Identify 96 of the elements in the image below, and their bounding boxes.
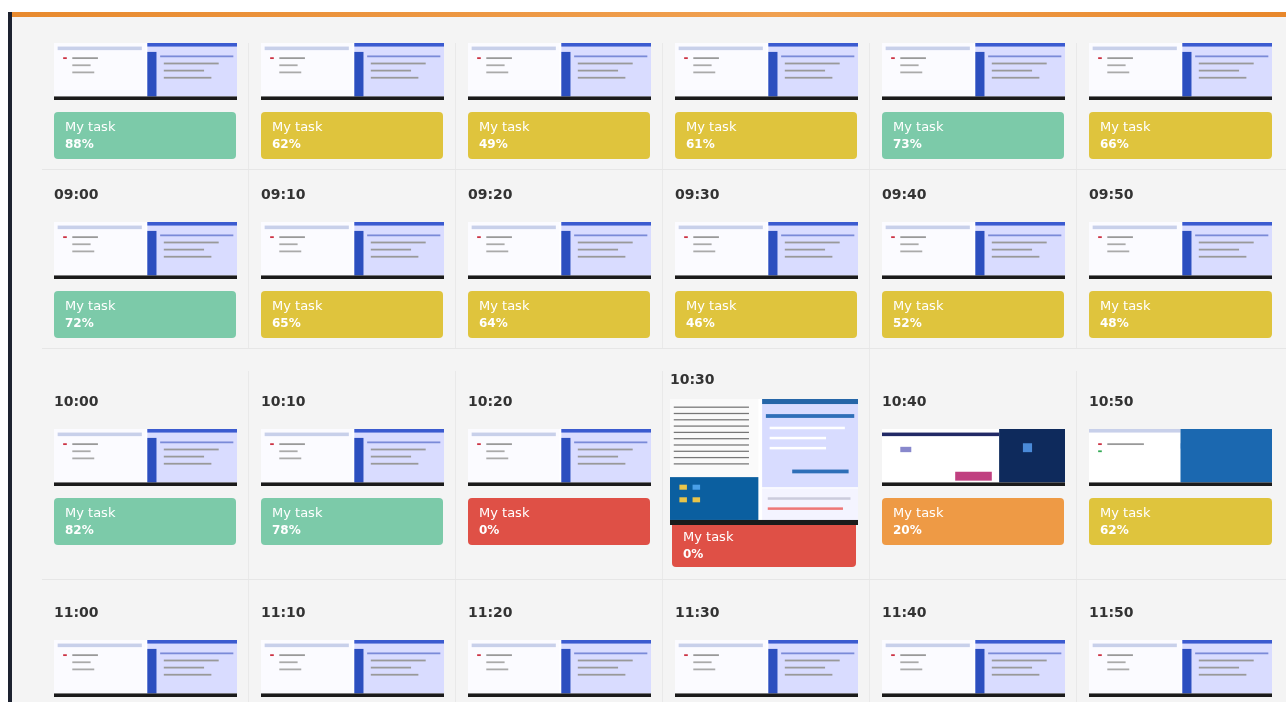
task-card[interactable]: My task 88% [54,112,236,159]
screenshot-thumbnail[interactable] [1089,43,1272,100]
task-card[interactable]: My task 46% [675,291,857,338]
screenshot-thumbnail[interactable] [261,43,444,100]
screenshot-thumbnail[interactable] [675,43,858,100]
screenshot-thumbnail[interactable] [54,429,237,486]
task-label: My task [65,297,117,315]
screenshot-thumbnail[interactable] [54,43,237,100]
task-label: My task [479,297,531,315]
task-card[interactable]: My task 0% [672,525,856,567]
task-label: My task [65,118,117,136]
screenshot-thumbnail[interactable] [1089,429,1272,486]
screenshot-thumbnail[interactable] [675,640,858,697]
task-label: My task [1100,297,1152,315]
task-card[interactable]: My task 62% [1089,498,1272,545]
task-card[interactable]: My task 48% [1089,291,1272,338]
screenshot-thumbnail[interactable] [54,222,237,279]
time-label: 10:50 [1089,392,1135,411]
task-card[interactable]: My task 82% [54,498,236,545]
time-label: 09:10 [261,185,307,204]
time-label: 09:50 [1089,185,1135,204]
task-card[interactable]: My task 78% [261,498,443,545]
task-card[interactable]: My task 0% [468,498,650,545]
task-label: My task [683,528,735,546]
task-card[interactable]: My task 64% [468,291,650,338]
task-card[interactable]: My task 72% [54,291,236,338]
task-percent: 64% [479,315,509,332]
time-label: 11:30 [675,603,721,622]
time-label: 11:40 [882,603,928,622]
screenshot-thumbnail[interactable] [1089,222,1272,279]
time-label: 09:30 [675,185,721,204]
task-percent: 73% [893,136,923,153]
task-label: My task [893,118,945,136]
screenshot-thumbnail[interactable] [1089,640,1272,697]
task-percent: 88% [65,136,95,153]
task-percent: 72% [65,315,95,332]
task-percent: 61% [686,136,716,153]
screenshot-thumbnail[interactable] [468,640,651,697]
screenshot-thumbnail[interactable] [261,640,444,697]
time-label: 10:10 [261,392,307,411]
time-label: 10:20 [468,392,514,411]
task-label: My task [479,118,531,136]
time-label: 10:30 [670,370,716,389]
task-label: My task [65,504,117,522]
time-label: 11:50 [1089,603,1135,622]
task-label: My task [272,118,324,136]
task-card[interactable]: My task 61% [675,112,857,159]
task-percent: 66% [1100,136,1130,153]
task-label: My task [1100,504,1152,522]
screenshot-thumbnail[interactable] [675,222,858,279]
task-label: My task [479,504,531,522]
screenshot-thumbnail[interactable] [468,43,651,100]
task-percent: 48% [1100,315,1130,332]
task-percent: 62% [1100,522,1130,539]
screenshot-thumbnail[interactable] [54,640,237,697]
task-label: My task [686,297,738,315]
task-card[interactable]: My task 52% [882,291,1064,338]
screenshot-thumbnail[interactable] [882,222,1065,279]
task-percent: 0% [683,546,705,563]
task-card[interactable]: My task 62% [261,112,443,159]
screenshot-thumbnail[interactable] [468,222,651,279]
time-label: 11:00 [54,603,100,622]
screenshot-thumbnail[interactable] [670,399,858,525]
screenshot-thumbnail[interactable] [882,43,1065,100]
task-card[interactable]: My task 49% [468,112,650,159]
task-percent: 20% [893,522,923,539]
screenshot-thumbnail[interactable] [261,429,444,486]
task-percent: 46% [686,315,716,332]
time-label: 10:00 [54,392,100,411]
task-percent: 0% [479,522,501,539]
time-label: 10:40 [882,392,928,411]
task-label: My task [893,504,945,522]
task-percent: 49% [479,136,509,153]
task-percent: 65% [272,315,302,332]
task-card[interactable]: My task 65% [261,291,443,338]
task-label: My task [272,297,324,315]
task-label: My task [893,297,945,315]
task-percent: 62% [272,136,302,153]
task-label: My task [686,118,738,136]
task-percent: 82% [65,522,95,539]
task-card[interactable]: My task 66% [1089,112,1272,159]
screenshot-thumbnail[interactable] [261,222,444,279]
task-label: My task [272,504,324,522]
task-card[interactable]: My task 73% [882,112,1064,159]
time-label: 09:00 [54,185,100,204]
task-card[interactable]: My task 20% [882,498,1064,545]
task-percent: 78% [272,522,302,539]
screenshot-thumbnail[interactable] [882,640,1065,697]
screenshot-thumbnail[interactable] [882,429,1065,486]
time-label: 09:20 [468,185,514,204]
screenshot-thumbnail[interactable] [468,429,651,486]
time-label: 11:10 [261,603,307,622]
task-percent: 52% [893,315,923,332]
time-label: 09:40 [882,185,928,204]
time-label: 11:20 [468,603,514,622]
task-label: My task [1100,118,1152,136]
